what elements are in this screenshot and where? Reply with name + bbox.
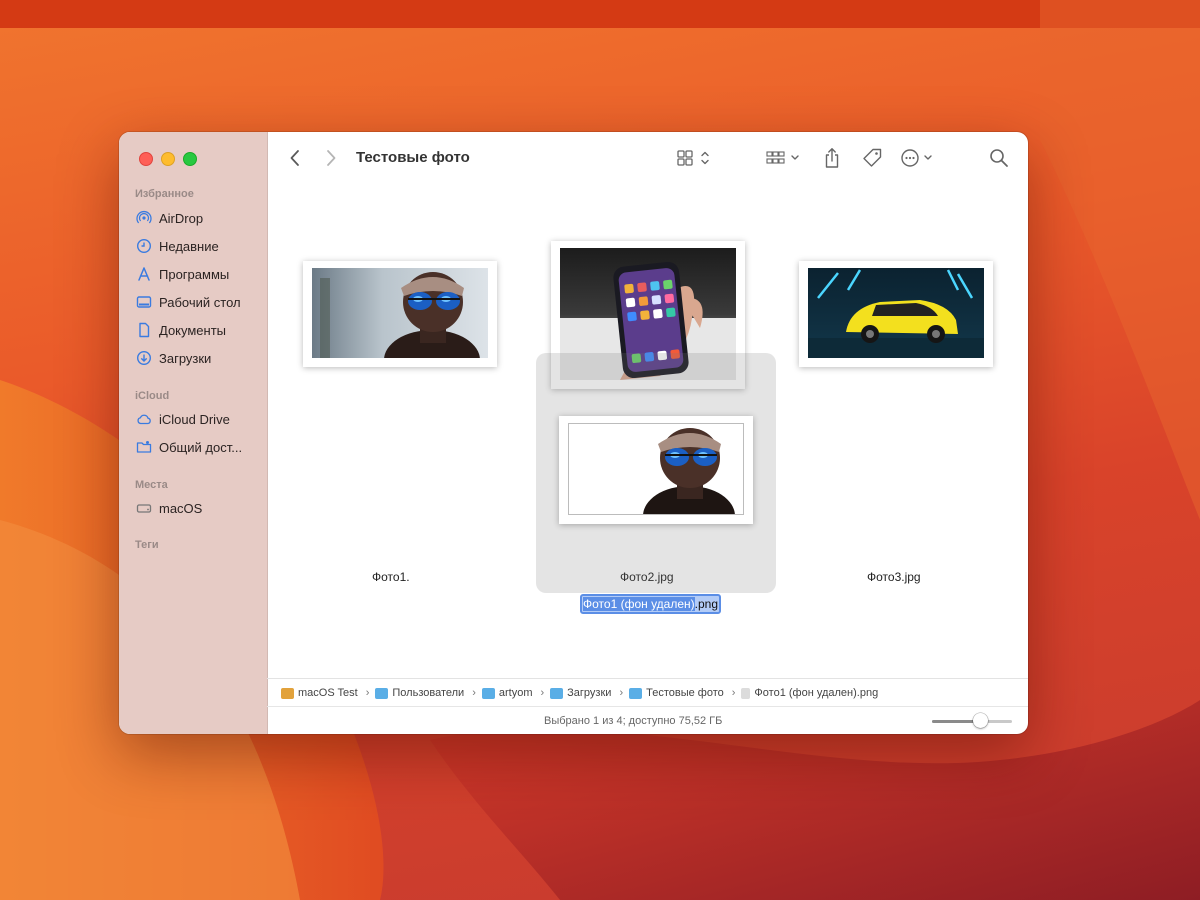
clock-icon	[135, 237, 153, 255]
back-button[interactable]	[285, 146, 305, 170]
path-item-folder[interactable]: Тестовые фото ›	[629, 687, 741, 699]
chevron-right-icon: ›	[365, 687, 370, 699]
ellipsis-circle-icon	[901, 149, 932, 167]
sidebar-item-desktop[interactable]: Рабочий стол	[135, 291, 241, 313]
photo-thumbnail	[312, 268, 488, 358]
folder-icon	[629, 687, 643, 699]
sidebar-item-documents[interactable]: Документы	[135, 319, 226, 341]
file-browser: Фото1. Фото2.jpg Фото3.jpg Фото1 (фон уд…	[267, 184, 1028, 678]
forward-button[interactable]	[321, 146, 341, 170]
sidebar-item-macos[interactable]: macOS	[135, 497, 202, 519]
zoom-button[interactable]	[183, 152, 197, 166]
sidebar-section-icloud: iCloud	[135, 390, 170, 402]
sidebar-item-label: macOS	[159, 500, 203, 516]
sidebar-item-icloud-drive[interactable]: iCloud Drive	[135, 408, 230, 430]
chevron-right-icon: ›	[472, 687, 476, 699]
sidebar-item-label: Документы	[159, 322, 227, 338]
document-icon	[135, 321, 153, 339]
slider-knob[interactable]	[973, 713, 988, 728]
file-name-photo3[interactable]: Фото3.jpg	[867, 570, 921, 584]
folder-icon	[550, 687, 564, 699]
cloud-icon	[135, 410, 153, 428]
icon-view-icon	[677, 150, 709, 166]
close-button[interactable]	[139, 152, 153, 166]
disk-icon	[135, 499, 153, 517]
tag-icon	[863, 148, 882, 167]
photo-thumbnail	[808, 268, 984, 358]
shared-folder-icon	[135, 438, 153, 456]
sidebar: Избранное AirDrop Недавние Программы Раб…	[119, 132, 268, 734]
desktop-icon	[135, 293, 153, 311]
sidebar-item-recents[interactable]: Недавние	[135, 235, 219, 257]
sidebar-item-airdrop[interactable]: AirDrop	[135, 207, 203, 229]
downloads-icon	[135, 349, 153, 367]
sidebar-item-downloads[interactable]: Загрузки	[135, 347, 211, 369]
chevron-left-icon	[290, 150, 299, 166]
sidebar-item-label: AirDrop	[159, 210, 204, 226]
window-title: Тестовые фото	[356, 149, 470, 166]
chevron-right-icon: ›	[731, 687, 736, 699]
status-text: Выбрано 1 из 4; доступно 75,52 ГБ	[544, 715, 723, 727]
path-item-file[interactable]: Фото1 (фон удален).png	[741, 687, 878, 699]
path-label: Загрузки	[567, 687, 612, 699]
sidebar-item-label: iCloud Drive	[159, 411, 230, 427]
photo-thumbnail	[568, 423, 744, 515]
path-item-users[interactable]: Пользователи ›	[375, 687, 481, 699]
file-name-rename-field[interactable]: Фото1 (фон удален).png	[580, 594, 722, 614]
sidebar-item-label: Загрузки	[159, 350, 212, 366]
chevron-right-icon	[327, 150, 336, 166]
search-icon	[990, 149, 1008, 167]
folder-icon	[481, 687, 495, 699]
icon-size-slider[interactable]	[932, 713, 1012, 728]
path-label: artyom	[498, 687, 533, 699]
group-icon	[766, 151, 799, 164]
tag-button[interactable]	[860, 146, 884, 170]
search-button[interactable]	[987, 146, 1011, 170]
path-item-volume[interactable]: macOS Test ›	[281, 687, 375, 699]
applications-icon	[135, 265, 153, 283]
file-name-photo1[interactable]: Фото1.	[372, 570, 410, 584]
folder-icon	[375, 687, 389, 699]
status-bar: Выбрано 1 из 4; доступно 75,52 ГБ	[267, 706, 1028, 734]
sidebar-item-label: Программы	[159, 266, 230, 282]
file-icon	[741, 687, 751, 699]
more-actions-button[interactable]	[900, 146, 942, 170]
path-label: Тестовые фото	[646, 687, 724, 699]
file-thumbnail-photo3[interactable]	[799, 261, 993, 367]
path-item-user[interactable]: artyom ›	[481, 687, 550, 699]
path-label: Фото1 (фон удален).png	[754, 687, 879, 699]
chevron-right-icon: ›	[540, 687, 545, 699]
sidebar-item-shared[interactable]: Общий дост...	[135, 436, 242, 458]
share-button[interactable]	[820, 146, 844, 170]
path-label: Пользователи	[392, 687, 465, 699]
group-button[interactable]	[765, 146, 805, 170]
view-mode-button[interactable]	[675, 146, 715, 170]
finder-window: Избранное AirDrop Недавние Программы Раб…	[119, 132, 1028, 734]
sidebar-section-tags: Теги	[135, 539, 159, 551]
chevron-right-icon: ›	[619, 687, 624, 699]
minimize-button[interactable]	[161, 152, 175, 166]
disk-icon	[281, 687, 294, 699]
sidebar-item-label: Общий дост...	[159, 439, 243, 455]
window-controls	[139, 152, 197, 166]
path-bar: macOS Test › Пользователи › artyom › Загруз…	[267, 678, 1028, 707]
file-thumbnail-photo1-bg-removed[interactable]	[559, 416, 753, 524]
path-item-downloads[interactable]: Загрузки ›	[550, 687, 629, 699]
sidebar-item-label: Рабочий стол	[159, 294, 241, 310]
share-icon	[825, 148, 839, 168]
rename-extension: .png	[694, 597, 719, 611]
sidebar-section-places: Места	[135, 479, 168, 491]
airdrop-icon	[135, 209, 153, 227]
file-thumbnail-photo1[interactable]	[303, 261, 497, 367]
sidebar-item-label: Недавние	[159, 238, 219, 254]
sidebar-section-favorites: Избранное	[135, 188, 194, 200]
path-label: macOS Test	[298, 687, 358, 699]
rename-selection: Фото1 (фон удален)	[583, 597, 695, 611]
sidebar-item-applications[interactable]: Программы	[135, 263, 229, 285]
toolbar: Тестовые фото	[267, 132, 1028, 184]
